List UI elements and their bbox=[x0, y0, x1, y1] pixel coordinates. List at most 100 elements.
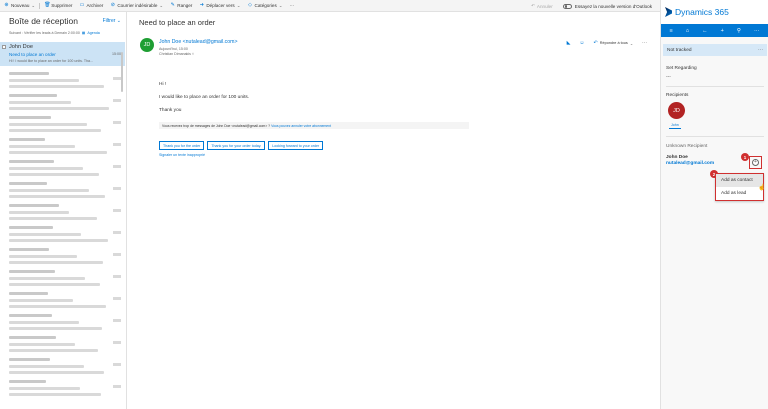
body-line: Thank you bbox=[159, 108, 182, 113]
chevron-down-icon: ⌄ bbox=[236, 2, 241, 8]
list-item[interactable] bbox=[0, 245, 125, 267]
recipients-label: Recipients bbox=[666, 93, 689, 98]
quick-replies: Thank you for the order Thank you for yo… bbox=[159, 141, 326, 150]
list-item[interactable] bbox=[0, 311, 125, 333]
command-bar: ⊕ Nouveau ⌄ 🗑 Supprimer ▭ Archiver ⊘ Cou… bbox=[0, 0, 660, 12]
hamburger-icon[interactable]: ≡ bbox=[670, 28, 673, 34]
add-as-lead-item[interactable]: Add as lead bbox=[716, 187, 763, 200]
body-line: I would like to place an order for 100 u… bbox=[159, 95, 250, 100]
divider bbox=[666, 86, 764, 87]
more-actions-icon[interactable]: ··· bbox=[642, 40, 647, 46]
chevron-down-icon: ⌄ bbox=[629, 41, 633, 46]
archive-button[interactable]: ▭ Archiver bbox=[79, 3, 104, 9]
step-badge-1: 1 bbox=[741, 153, 749, 161]
reading-pane: Need to place an order JD John Doe <nuta… bbox=[128, 12, 659, 409]
plus-icon: ⊕ bbox=[4, 2, 9, 8]
sweep-button[interactable]: ✎ Ranger bbox=[170, 3, 193, 9]
mail-preview: Hi ! I would like to place an order for … bbox=[9, 59, 94, 63]
body-line: Hi ! bbox=[159, 82, 167, 87]
list-item[interactable] bbox=[0, 289, 125, 311]
filter-button[interactable]: Filtrer ⌄ bbox=[103, 18, 121, 24]
sender-link[interactable]: John Doe <nutalead@gmail.com> bbox=[159, 39, 238, 45]
list-item[interactable] bbox=[0, 91, 125, 113]
block-icon: ⊘ bbox=[110, 2, 115, 8]
list-item[interactable] bbox=[0, 223, 125, 245]
list-item[interactable] bbox=[0, 355, 125, 377]
chevron-down-icon: ⌄ bbox=[116, 18, 121, 24]
add-icon[interactable]: + bbox=[721, 28, 724, 34]
selected-mail-item[interactable]: John Doe Need to place an order 15:00 Hi… bbox=[0, 42, 125, 66]
list-item[interactable] bbox=[0, 113, 125, 135]
panel-header: Dynamics 365 bbox=[661, 0, 768, 24]
quick-reply-button[interactable]: Thank you for the order bbox=[159, 141, 205, 150]
chevron-down-icon: ⌄ bbox=[159, 2, 164, 8]
unsubscribe-link[interactable]: Vous pouvez annuler votre abonnement bbox=[271, 124, 331, 128]
recipient-avatar[interactable]: JD bbox=[668, 102, 685, 119]
mail-subject-row: Need to place an order 15:00 bbox=[9, 52, 121, 57]
reply-all-button[interactable]: ↶ Répondre à tous ⌄ bbox=[594, 40, 633, 46]
list-item[interactable] bbox=[0, 333, 125, 355]
add-as-contact-item[interactable]: Add as contact bbox=[716, 174, 763, 187]
recipient-name[interactable]: John bbox=[669, 123, 681, 129]
tracking-status[interactable]: Not tracked ··· bbox=[663, 44, 767, 56]
list-item[interactable] bbox=[0, 179, 125, 201]
panel-nav-bar: ≡ ⌂ ← + ⚲ ··· bbox=[661, 24, 768, 37]
home-icon[interactable]: ⌂ bbox=[686, 28, 689, 34]
more-button[interactable]: ··· bbox=[290, 3, 295, 8]
message-date: Aujourd'hui, 15:00 bbox=[159, 47, 188, 51]
list-item[interactable] bbox=[0, 69, 125, 91]
reply-all-icon: ↶ bbox=[593, 40, 598, 46]
new-button[interactable]: ⊕ Nouveau ⌄ bbox=[4, 3, 35, 9]
set-regarding-label: Set Regarding bbox=[666, 66, 697, 71]
tag-icon: ◇ bbox=[248, 2, 252, 8]
add-recipient-menu: Add as contact Add as lead bbox=[715, 173, 764, 201]
list-item[interactable] bbox=[0, 135, 125, 157]
list-item[interactable] bbox=[0, 157, 125, 179]
undo-icon: ↶ bbox=[531, 3, 535, 8]
folder-title: Boîte de réception bbox=[9, 16, 78, 26]
new-outlook-toggle[interactable] bbox=[562, 3, 572, 9]
list-scrollbar[interactable] bbox=[121, 52, 123, 92]
hand-cursor-icon: ☝ bbox=[758, 185, 766, 191]
unsubscribe-notice: Vous recevez trop de messages de John Do… bbox=[159, 122, 469, 129]
undo-button[interactable]: ↶ Annuler bbox=[531, 3, 553, 9]
message-card: JD John Doe <nutalead@gmail.com> Aujourd… bbox=[138, 36, 657, 157]
categories-button[interactable]: ◇ Catégories ⌄ bbox=[248, 3, 283, 9]
more-icon[interactable]: ··· bbox=[754, 28, 760, 34]
dynamics-logo-icon bbox=[665, 7, 672, 17]
more-icon[interactable]: ··· bbox=[758, 47, 763, 53]
back-icon[interactable]: ← bbox=[702, 28, 708, 34]
list-item[interactable] bbox=[0, 201, 125, 223]
report-inappropriate-link[interactable]: Signaler un texte inapproprié bbox=[159, 153, 205, 157]
next-event-bar: Suivant : Vérifier les leads à Demain 2:… bbox=[9, 31, 100, 35]
dynamics-icon[interactable]: ◣ bbox=[567, 40, 571, 46]
mail-checkbox[interactable] bbox=[2, 45, 6, 49]
quick-reply-button[interactable]: Looking forward to your order bbox=[268, 141, 324, 150]
command-bar-right: ↶ Annuler Essayez la nouvelle version d'… bbox=[531, 0, 652, 12]
add-recipient-button[interactable]: + bbox=[752, 159, 759, 166]
message-subject: Need to place an order bbox=[139, 18, 216, 27]
search-icon[interactable]: ⚲ bbox=[737, 28, 741, 34]
try-new-outlook-label: Essayez la nouvelle version d'Outlook bbox=[574, 3, 652, 9]
calendar-icon: ▦ bbox=[81, 31, 86, 35]
message-recipient: Christian Dimanakis ☓ bbox=[159, 52, 194, 56]
list-item[interactable] bbox=[0, 377, 125, 399]
junk-button[interactable]: ⊘ Courrier indésirable ⌄ bbox=[110, 2, 164, 9]
divider bbox=[666, 136, 764, 137]
smiley-icon[interactable]: ☺ bbox=[579, 40, 584, 46]
set-regarding-value[interactable]: --- bbox=[666, 75, 671, 80]
chevron-down-icon: ⌄ bbox=[31, 2, 36, 8]
chevron-down-icon: ⌄ bbox=[278, 2, 283, 8]
unknown-recipient-label: Unknown Recipient bbox=[666, 144, 708, 149]
folder-move-icon: ➜ bbox=[199, 2, 204, 8]
delete-button[interactable]: 🗑 Supprimer bbox=[44, 2, 72, 9]
quick-reply-button[interactable]: Thank you for your order today. bbox=[207, 141, 266, 150]
list-item[interactable] bbox=[0, 267, 125, 289]
panel-title: Dynamics 365 bbox=[675, 7, 729, 17]
trash-icon: 🗑 bbox=[44, 2, 51, 8]
message-list-pane: Boîte de réception Filtrer ⌄ Suivant : V… bbox=[0, 12, 127, 409]
separator bbox=[39, 2, 41, 9]
move-button[interactable]: ➜ Déplacer vers ⌄ bbox=[199, 2, 241, 9]
folder-header: Boîte de réception Filtrer ⌄ bbox=[0, 12, 126, 30]
agenda-link[interactable]: Agenda bbox=[87, 31, 99, 35]
